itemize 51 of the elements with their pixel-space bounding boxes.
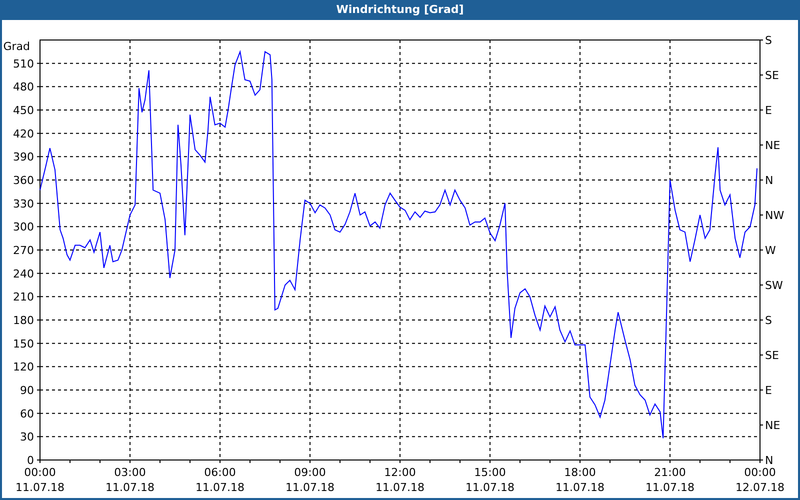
y-axis-label: 330	[13, 197, 34, 210]
x-axis-label: 15:00	[474, 466, 506, 479]
y-axis-label: 270	[13, 244, 34, 257]
x-axis-label: 00:00	[24, 466, 56, 479]
compass-axis-label: S	[765, 34, 772, 47]
y-axis-title: Grad	[3, 40, 30, 53]
x-axis-label: 00:00	[744, 466, 776, 479]
compass-axis-label: W	[765, 244, 776, 257]
x-axis-label: 21:00	[654, 466, 686, 479]
compass-axis-label: SE	[765, 349, 779, 362]
x-axis-label: 03:00	[114, 466, 146, 479]
y-axis-label: 420	[13, 127, 34, 140]
x-axis-label: 18:00	[564, 466, 596, 479]
x-axis-date-label: 11.07.18	[466, 481, 514, 494]
x-axis-label: 06:00	[204, 466, 236, 479]
y-axis-label: 390	[13, 150, 34, 164]
y-axis-label: 300	[13, 220, 34, 234]
y-axis-label: 150	[13, 337, 34, 350]
y-axis-label: 240	[13, 267, 34, 280]
compass-axis-label: SW	[765, 279, 783, 292]
compass-axis-label: E	[765, 104, 772, 117]
compass-axis-label: E	[765, 384, 772, 397]
x-axis-date-label: 11.07.18	[286, 481, 334, 494]
compass-axis-label: SE	[765, 69, 779, 82]
compass-axis-label: N	[765, 174, 774, 187]
y-axis-label: 210	[13, 290, 34, 304]
y-axis-label: 30	[20, 430, 34, 444]
y-axis-label: 120	[13, 360, 34, 374]
x-axis-date-label: 11.07.18	[556, 481, 604, 494]
y-axis-label: 180	[13, 314, 34, 327]
y-axis-label: 480	[13, 80, 34, 94]
x-axis-date-label: 11.07.18	[196, 481, 244, 494]
x-axis-date-label: 11.07.18	[16, 481, 64, 494]
y-axis-label: 0	[27, 454, 34, 467]
compass-axis-label: NE	[765, 139, 780, 152]
y-axis-label: 510	[13, 57, 34, 70]
x-axis-date-label: 11.07.18	[646, 481, 694, 494]
compass-axis-label: NE	[765, 419, 780, 432]
y-axis-label: 450	[13, 104, 34, 117]
x-axis-label: 09:00	[294, 466, 326, 479]
y-axis-label: 90	[20, 384, 34, 397]
y-axis-label: 60	[20, 407, 34, 420]
x-axis-date-label: 12.07.18	[736, 481, 784, 494]
y-axis-label: 360	[13, 174, 34, 187]
x-axis-label: 12:00	[384, 466, 416, 479]
x-axis-date-label: 11.07.18	[376, 481, 424, 494]
compass-axis-label: NW	[765, 209, 784, 222]
window-title: Windrichtung [Grad]	[335, 2, 465, 18]
compass-axis-label: N	[765, 454, 774, 467]
compass-axis-label: S	[765, 314, 772, 327]
x-axis-date-label: 11.07.18	[106, 481, 154, 494]
